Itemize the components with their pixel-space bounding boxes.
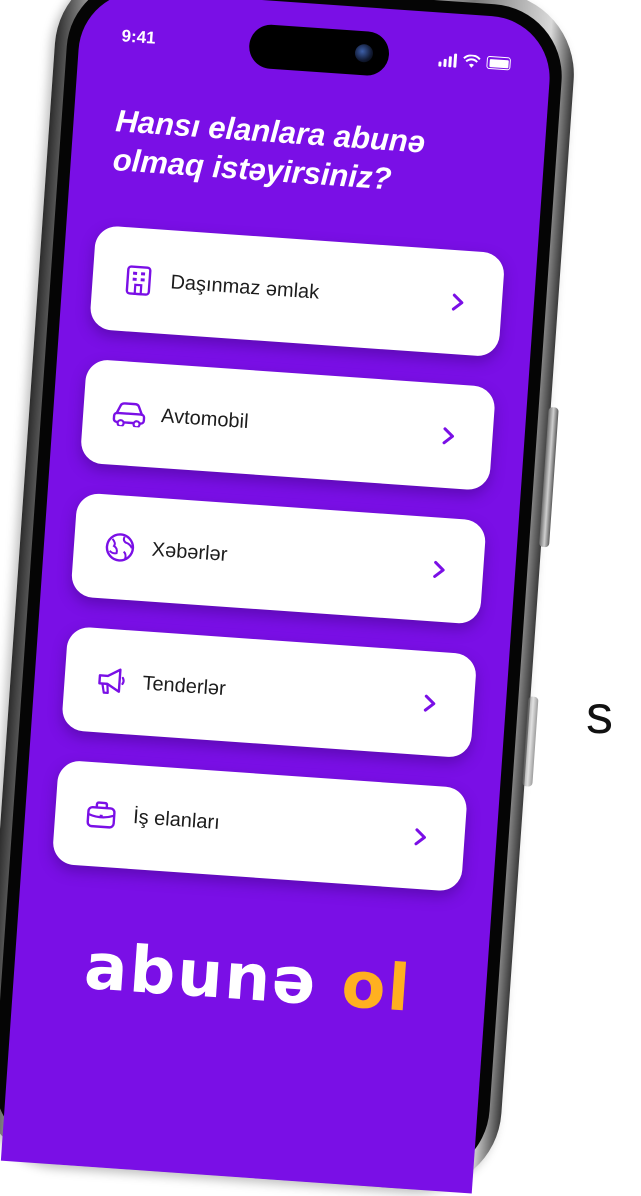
chevron-right-icon [422, 559, 455, 581]
menu-item-avtomobil[interactable]: Avtomobil [79, 358, 497, 492]
menu-item-label: Avtomobil [160, 404, 250, 433]
chevron-right-icon [404, 826, 437, 848]
menu-item-label: Tenderlər [141, 671, 227, 700]
dynamic-island [247, 23, 391, 77]
building-icon [119, 261, 157, 299]
logo-text: abunə [81, 930, 321, 1021]
battery-icon [486, 55, 512, 71]
menu-item-label: Xəbərlər [151, 538, 229, 566]
menu-item-label: Daşınmaz əmlak [169, 270, 320, 304]
wifi-icon [463, 54, 481, 68]
menu-item-tenderler[interactable]: Tenderlər [61, 626, 478, 759]
menu-item-label: İş elanları [132, 805, 221, 834]
menu-item-is-elanlari[interactable]: İş elanları [51, 759, 468, 893]
menu-item-dasinmaz-emlak[interactable]: Daşınmaz əmlak [89, 224, 506, 358]
signal-icon [438, 52, 458, 68]
car-icon [110, 395, 148, 433]
page-title: Hansı elanlara abunə olmaq istəyirsiniz? [112, 102, 516, 207]
chevron-right-icon [432, 425, 465, 447]
background-text-fragment: s [586, 685, 613, 745]
menu-item-xeberler[interactable]: Xəbərlər [70, 492, 487, 625]
status-time: 9:41 [120, 26, 157, 48]
phone-mockup: 9:41 Hansı elanlara abunə olmaq istəyirs… [0, 0, 580, 1196]
camera-icon [354, 43, 374, 63]
megaphone-icon [91, 662, 129, 700]
status-icons [438, 49, 512, 72]
logo-accent-text: ol [339, 948, 415, 1027]
chevron-right-icon [441, 291, 474, 313]
brand-logo: abunə ol [82, 930, 414, 1027]
globe-icon [101, 528, 139, 566]
chevron-right-icon [413, 692, 446, 714]
briefcase-icon [82, 796, 120, 834]
app-screen: 9:41 Hansı elanlara abunə olmaq istəyirs… [0, 0, 554, 1194]
